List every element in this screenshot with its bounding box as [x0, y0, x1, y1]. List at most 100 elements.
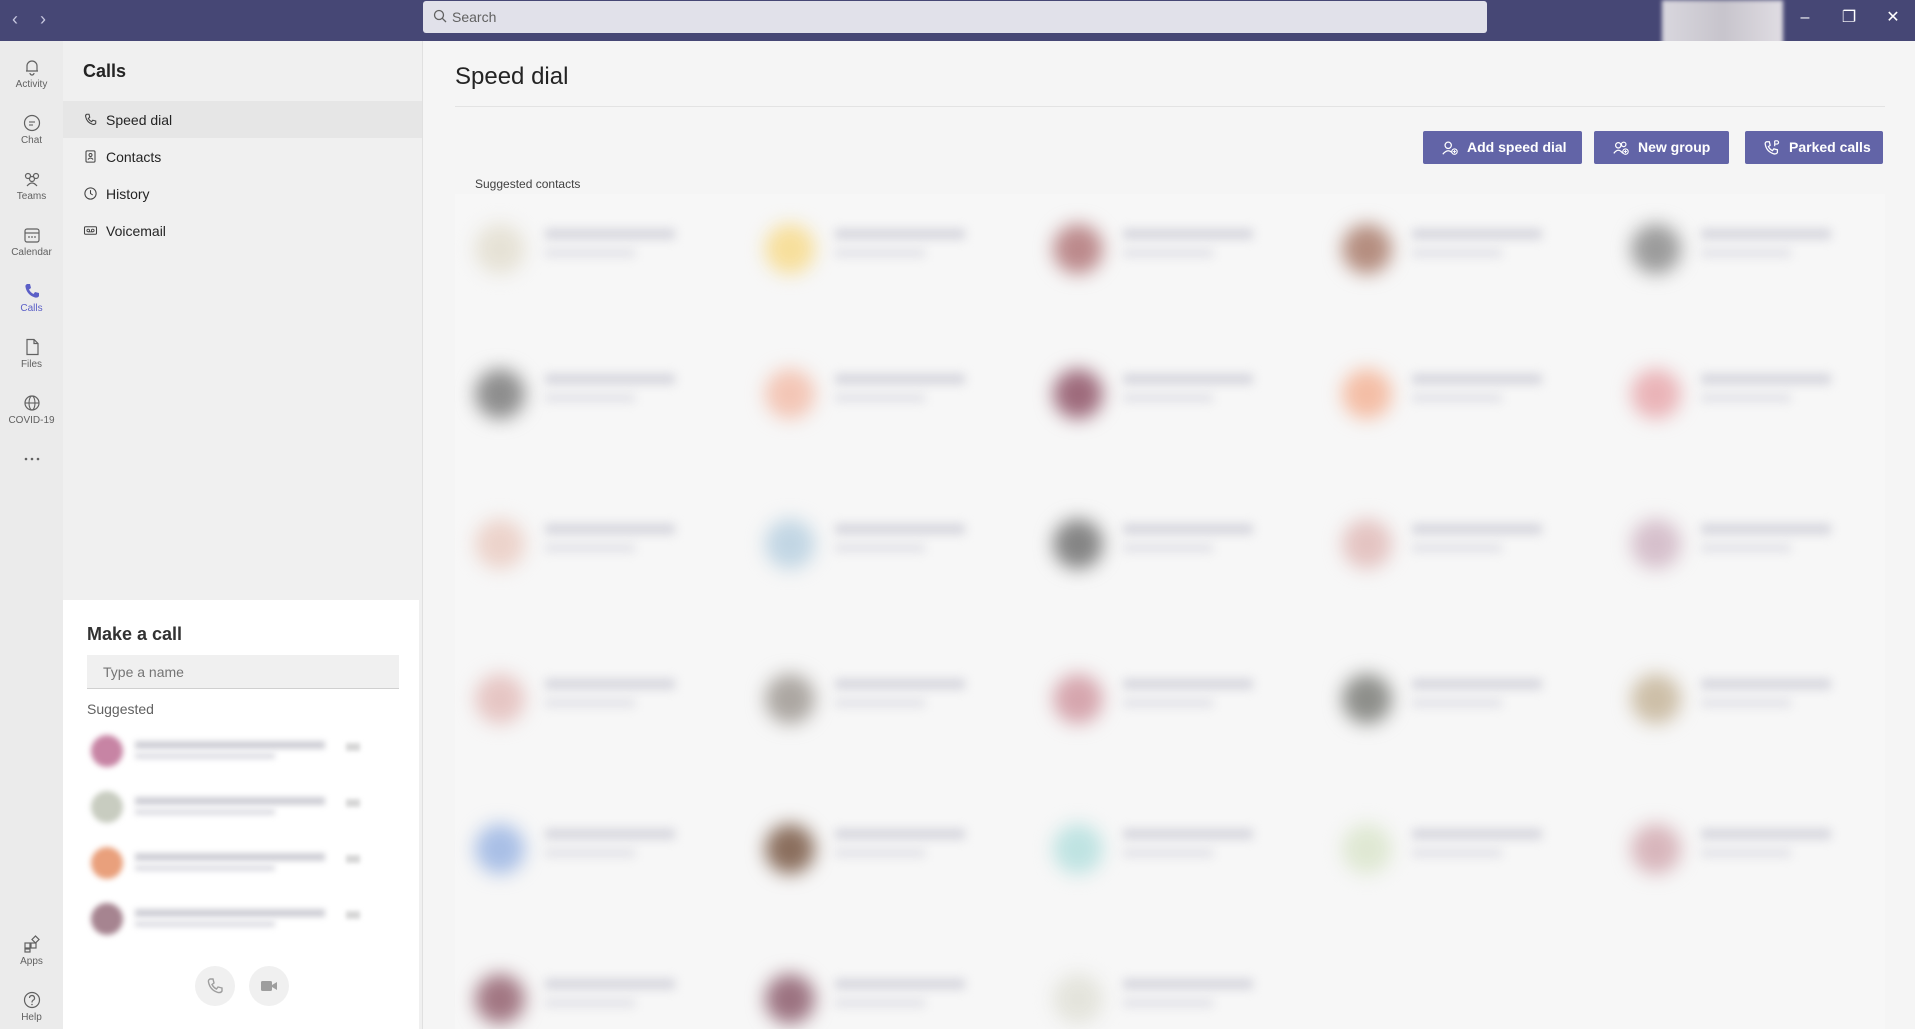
close-icon[interactable]: ✕	[1878, 6, 1908, 30]
contact-card[interactable]	[1033, 644, 1283, 754]
minimize-icon[interactable]: –	[1790, 6, 1820, 30]
rail-item-activity[interactable]: Activity	[0, 49, 63, 101]
rail-item-calendar[interactable]: Calendar	[0, 217, 63, 269]
call-contact-icon[interactable]	[346, 911, 360, 919]
call-contact-icon[interactable]	[346, 743, 360, 751]
contact-card[interactable]	[1611, 339, 1861, 449]
contact-name-placeholder	[835, 229, 965, 239]
contact-detail-placeholder	[835, 849, 925, 857]
avatar	[91, 791, 123, 823]
video-call-button[interactable]	[249, 966, 289, 1006]
add-speed-dial-button[interactable]: Add speed dial	[1423, 131, 1582, 164]
contact-card[interactable]	[455, 489, 705, 599]
rail-item-calls[interactable]: Calls	[0, 273, 63, 325]
rail-item-help[interactable]: Help	[0, 982, 63, 1029]
contact-detail-placeholder	[1412, 544, 1502, 552]
suggested-contact[interactable]	[91, 731, 391, 771]
new-group-button[interactable]: New group	[1594, 131, 1729, 164]
contact-name-placeholder	[135, 853, 325, 861]
suggested-contact[interactable]	[91, 843, 391, 883]
contact-card[interactable]	[1033, 944, 1283, 1029]
rail-item-chat[interactable]: Chat	[0, 105, 63, 157]
contact-card[interactable]	[1322, 194, 1572, 304]
back-arrow-icon[interactable]: ‹	[4, 8, 26, 30]
avatar	[765, 824, 815, 874]
contact-name-placeholder	[835, 679, 965, 689]
contact-card[interactable]	[1322, 489, 1572, 599]
contact-card[interactable]	[455, 339, 705, 449]
avatar	[1053, 974, 1103, 1024]
contact-card[interactable]	[1033, 339, 1283, 449]
contact-card[interactable]	[455, 194, 705, 304]
contact-card[interactable]	[1611, 644, 1861, 754]
globe-icon	[23, 395, 40, 411]
contact-card[interactable]	[1611, 194, 1861, 304]
contact-detail-placeholder	[1412, 249, 1502, 257]
rail-item-teams[interactable]: Teams	[0, 161, 63, 213]
parked-call-icon	[1764, 140, 1780, 155]
rail-item-apps[interactable]: Apps	[0, 926, 63, 978]
contact-card[interactable]	[1322, 794, 1572, 904]
contact-name-placeholder	[545, 679, 675, 689]
contact-card[interactable]	[745, 194, 995, 304]
avatar	[475, 369, 525, 419]
contact-card[interactable]	[745, 944, 995, 1029]
more-apps-button[interactable]	[0, 441, 63, 471]
avatar	[1342, 674, 1392, 724]
contact-card[interactable]	[1033, 794, 1283, 904]
avatar	[765, 674, 815, 724]
audio-call-button[interactable]	[195, 966, 235, 1006]
parked-calls-button[interactable]: Parked calls	[1745, 131, 1883, 164]
panel-title: Calls	[83, 61, 127, 81]
contact-card[interactable]	[1322, 644, 1572, 754]
search-input[interactable]: Search	[423, 1, 1487, 33]
nav-item-voicemail[interactable]: Voicemail	[63, 212, 422, 249]
avatar	[1342, 224, 1392, 274]
contact-card[interactable]	[455, 944, 705, 1029]
call-contact-icon[interactable]	[346, 799, 360, 807]
avatar	[91, 847, 123, 879]
search-placeholder: Search	[452, 9, 497, 25]
call-contact-icon[interactable]	[346, 855, 360, 863]
contact-detail-placeholder	[1701, 394, 1791, 402]
contact-card[interactable]	[745, 339, 995, 449]
contact-detail-placeholder	[135, 921, 275, 927]
suggested-contact[interactable]	[91, 787, 391, 827]
nav-item-history[interactable]: History	[63, 175, 422, 212]
contact-card[interactable]	[1033, 194, 1283, 304]
ellipsis-icon	[24, 457, 39, 461]
nav-item-speed-dial[interactable]: Speed dial	[63, 101, 422, 138]
contact-card[interactable]	[1611, 794, 1861, 904]
contact-detail-placeholder	[545, 394, 635, 402]
contact-card[interactable]	[1322, 339, 1572, 449]
forward-arrow-icon[interactable]: ›	[32, 8, 54, 30]
rail-item-files[interactable]: Files	[0, 329, 63, 381]
contact-detail-placeholder	[835, 249, 925, 257]
contact-card[interactable]	[455, 644, 705, 754]
contact-card[interactable]	[1033, 489, 1283, 599]
contact-card[interactable]	[1611, 489, 1861, 599]
avatar	[1631, 369, 1681, 419]
contact-name-placeholder	[1123, 829, 1253, 839]
app-rail: Activity Chat Teams Calendar Calls Files…	[0, 41, 63, 1029]
rail-label: Calls	[20, 303, 43, 314]
suggested-contact[interactable]	[91, 899, 391, 939]
contact-detail-placeholder	[1412, 699, 1502, 707]
rail-item-covid-19[interactable]: COVID-19	[0, 385, 63, 437]
contact-card[interactable]	[745, 489, 995, 599]
maximize-icon[interactable]: ❐	[1834, 6, 1864, 30]
contact-card[interactable]	[455, 794, 705, 904]
contact-name-placeholder	[135, 797, 325, 805]
contact-name-placeholder	[835, 829, 965, 839]
contact-detail-placeholder	[1701, 699, 1791, 707]
video-camera-icon	[261, 981, 277, 991]
name-input[interactable]	[87, 655, 399, 689]
contact-name-placeholder	[1123, 374, 1253, 384]
contact-card[interactable]	[745, 794, 995, 904]
contact-name-placeholder	[545, 829, 675, 839]
avatar	[1053, 674, 1103, 724]
avatar	[1053, 369, 1103, 419]
nav-item-contacts[interactable]: Contacts	[63, 138, 422, 175]
contact-detail-placeholder	[1412, 849, 1502, 857]
contact-card[interactable]	[745, 644, 995, 754]
